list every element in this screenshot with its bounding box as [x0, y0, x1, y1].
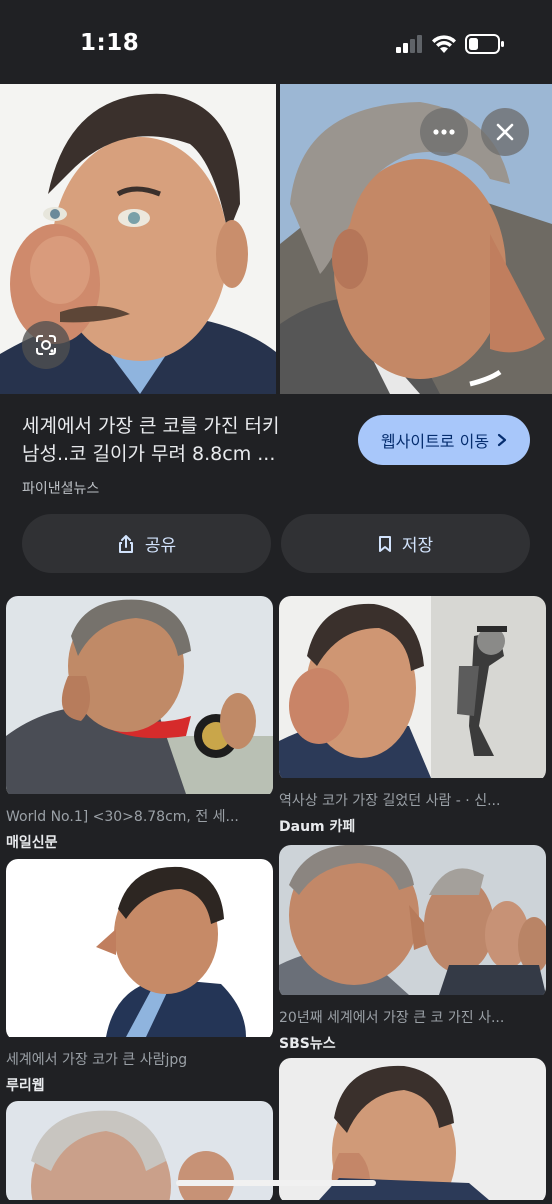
share-icon: [118, 534, 133, 553]
bookmark-icon: [378, 535, 391, 552]
battery-icon: [465, 34, 504, 54]
more-options-button[interactable]: [420, 108, 468, 156]
status-time: 1:18: [80, 30, 140, 56]
home-indicator[interactable]: [176, 1180, 376, 1186]
result-title[interactable]: 세계에서 가장 큰 코를 가진 터키 남성..코 길이가 무려 8.8cm ..…: [22, 412, 322, 468]
result-source: SBS뉴스: [279, 1036, 336, 1052]
visit-website-label: 웹사이트로 이동: [380, 432, 490, 451]
close-icon: [496, 123, 514, 141]
save-button[interactable]: 저장: [281, 514, 530, 573]
result-thumbnail[interactable]: [279, 845, 546, 999]
result-title-line1: 세계에서 가장 큰 코를 가진 터키: [22, 415, 280, 437]
result-source: 파이낸셜뉴스: [22, 481, 100, 497]
more-horizontal-icon: [433, 129, 455, 135]
result-title-line2: 남성..코 길이가 무려 8.8cm ...: [22, 443, 276, 465]
result-caption: 역사상 코가 가장 길었던 사람 - · 신...: [279, 793, 501, 809]
hero-image-preview[interactable]: [0, 84, 552, 394]
google-lens-button[interactable]: [22, 321, 70, 369]
share-button[interactable]: 공유: [22, 514, 271, 573]
share-label: 공유: [144, 536, 177, 556]
result-source: Daum 카페: [279, 819, 356, 835]
result-thumbnail[interactable]: [6, 1101, 273, 1204]
status-bar: 1:18: [0, 0, 552, 84]
save-label: 저장: [401, 536, 434, 556]
result-thumbnail[interactable]: [6, 596, 273, 798]
result-card[interactable]: 세계에서 가장 코가 큰 사람jpg 루리웹: [6, 859, 273, 1095]
result-caption: 세계에서 가장 코가 큰 사람jpg: [6, 1052, 188, 1068]
cellular-signal-icon: [396, 35, 422, 53]
result-thumbnail[interactable]: [6, 859, 273, 1041]
result-source: 매일신문: [6, 835, 58, 851]
result-card[interactable]: 20년째 세계에서 가장 큰 코 가진 사... SBS뉴스: [279, 845, 546, 1053]
result-caption: 20년째 세계에서 가장 큰 코 가진 사...: [279, 1010, 505, 1026]
result-thumbnail[interactable]: [279, 596, 546, 782]
result-source: 루리웹: [6, 1078, 45, 1094]
result-card[interactable]: 역사상 코가 가장 길었던 사람 - · 신... Daum 카페: [279, 596, 546, 836]
visit-website-button[interactable]: 웹사이트로 이동: [358, 415, 530, 465]
chevron-right-icon: [497, 433, 507, 447]
google-lens-icon: [36, 335, 56, 355]
result-card[interactable]: World No.1] <30>8.78cm, 전 세... 매일신문: [6, 596, 273, 852]
wifi-icon: [432, 35, 456, 53]
result-card[interactable]: [6, 1101, 273, 1204]
result-caption: World No.1] <30>8.78cm, 전 세...: [6, 809, 239, 825]
close-button[interactable]: [481, 108, 529, 156]
